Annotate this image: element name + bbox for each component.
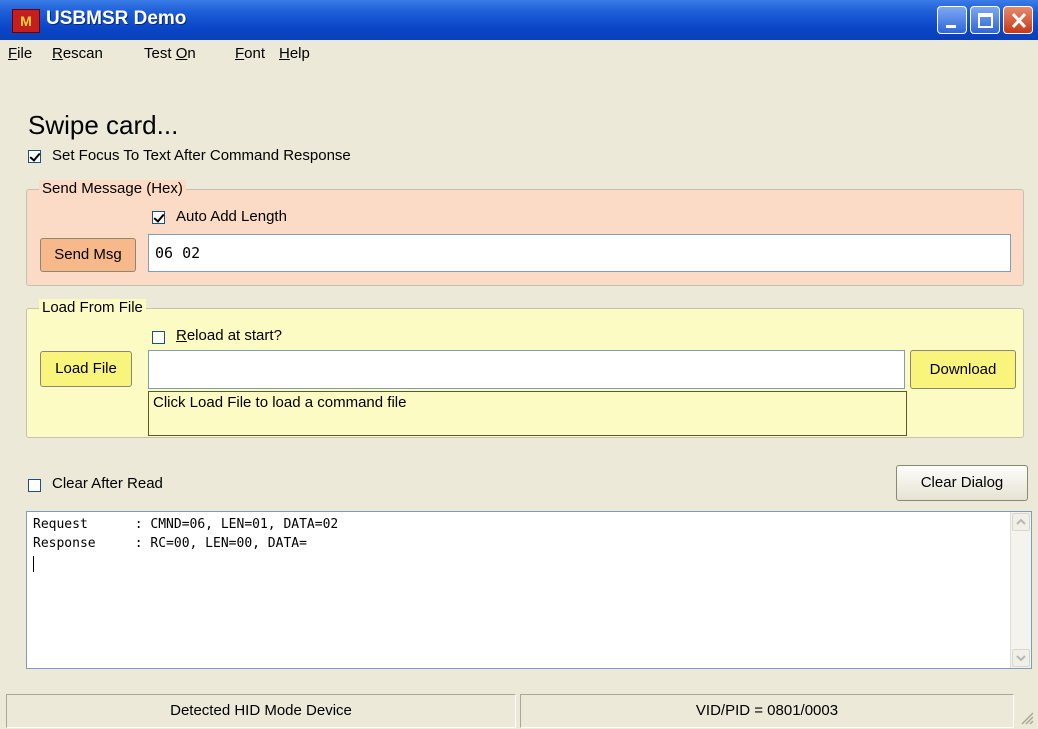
scroll-up-button[interactable] xyxy=(1012,513,1030,531)
reload-label-text: eload at start? xyxy=(186,327,282,344)
download-button[interactable]: Download xyxy=(910,350,1016,389)
menu-file[interactable]: File xyxy=(8,45,32,62)
send-message-group-title: Send Message (Hex) xyxy=(39,180,186,197)
scroll-down-button[interactable] xyxy=(1012,649,1030,667)
menu-font[interactable]: Font xyxy=(235,45,265,62)
load-file-hint: Click Load File to load a command file xyxy=(148,391,907,436)
menu-font-accel: F xyxy=(235,45,245,62)
menu-rescan[interactable]: Rescan xyxy=(52,45,103,62)
set-focus-checkbox[interactable] xyxy=(28,150,41,163)
clear-after-read-label: Clear After Read xyxy=(52,475,163,492)
menu-font-label: ont xyxy=(244,45,266,62)
maximize-icon xyxy=(978,13,993,28)
load-from-file-group-title: Load From File xyxy=(39,299,146,316)
title-bar[interactable]: M USBMSR Demo xyxy=(0,0,1038,41)
chevron-down-icon xyxy=(1016,655,1026,662)
reload-label-accel: R xyxy=(176,327,187,344)
log-vertical-scrollbar[interactable] xyxy=(1010,512,1031,668)
menu-test-on-accel: O xyxy=(175,45,188,62)
text-caret xyxy=(33,556,34,572)
menu-file-accel: F xyxy=(8,45,18,62)
reload-at-start-checkbox[interactable] xyxy=(152,331,165,344)
menu-test-on-label: n xyxy=(187,45,196,62)
hex-message-input[interactable]: 06 02 xyxy=(148,234,1011,272)
auto-add-length-label: Auto Add Length xyxy=(176,208,287,225)
resize-grip-icon[interactable] xyxy=(1020,711,1034,725)
close-icon xyxy=(1011,12,1027,29)
file-path-input[interactable] xyxy=(148,350,905,389)
window-title: USBMSR Demo xyxy=(46,8,187,29)
maximize-button[interactable] xyxy=(970,6,1000,34)
status-vid-pid: VID/PID = 0801/0003 xyxy=(520,694,1014,728)
menu-test-on[interactable]: Test On xyxy=(144,45,196,62)
menu-test-on-pre: Test xyxy=(144,45,176,62)
status-device: Detected HID Mode Device xyxy=(6,694,516,728)
menu-rescan-accel: R xyxy=(52,45,63,62)
status-prompt: Swipe card... xyxy=(28,110,179,140)
log-line: Request : CMND=06, LEN=01, DATA=02 xyxy=(33,517,339,532)
menu-help-label: elp xyxy=(289,45,310,62)
app-logo-icon: M xyxy=(12,9,40,33)
clear-after-read-checkbox[interactable] xyxy=(28,479,41,492)
load-file-button[interactable]: Load File xyxy=(40,351,132,387)
reload-at-start-label: Reload at start? xyxy=(176,327,282,344)
menu-bar: File Rescan Test On Font Help xyxy=(0,40,1038,68)
menu-help[interactable]: Help xyxy=(279,45,310,62)
chevron-up-icon xyxy=(1016,518,1026,525)
minimize-button[interactable] xyxy=(937,6,967,34)
close-button[interactable] xyxy=(1003,6,1033,34)
send-msg-button[interactable]: Send Msg xyxy=(40,238,136,272)
menu-help-accel: H xyxy=(279,45,290,62)
response-log[interactable]: Request : CMND=06, LEN=01, DATA=02 Respo… xyxy=(26,511,1032,669)
log-line: Response : RC=00, LEN=00, DATA= xyxy=(33,536,307,551)
clear-dialog-button[interactable]: Clear Dialog xyxy=(896,465,1028,501)
set-focus-label: Set Focus To Text After Command Response xyxy=(52,147,351,164)
menu-file-label: ile xyxy=(17,45,33,62)
status-bar: Detected HID Mode Device VID/PID = 0801/… xyxy=(0,686,1038,729)
minimize-icon xyxy=(946,25,956,28)
auto-add-length-checkbox[interactable] xyxy=(152,211,165,224)
menu-rescan-label: escan xyxy=(62,45,103,62)
